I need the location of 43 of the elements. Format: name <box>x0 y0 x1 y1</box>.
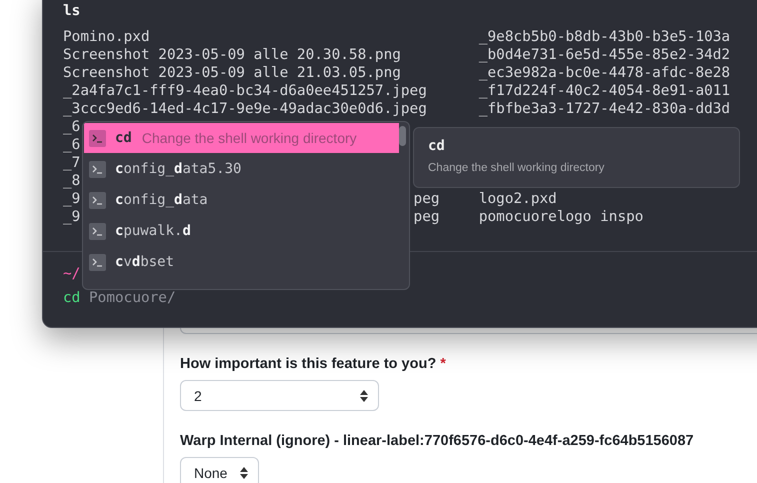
file-name: Pomino.pxd <box>63 28 150 46</box>
file-name: _7 <box>63 154 80 172</box>
select-field[interactable]: None <box>180 457 259 483</box>
file-name: peg <box>414 190 436 208</box>
prompt-path: ~/ <box>63 266 80 282</box>
file-name: _2a4fa7c1-fff9-4ea0-bc34-d6a0ee451257.jpeg <box>63 82 427 100</box>
terminal-icon <box>89 160 106 178</box>
file-name: Screenshot 2023-05-09 alle 21.03.05.png <box>63 64 401 82</box>
completion-item[interactable]: config_data <box>84 185 399 215</box>
file-name: Screenshot 2023-05-09 alle 20.30.58.png <box>63 46 401 64</box>
file-name: _b0d4e731-6e5d-455e-85e2-34d2 <box>478 46 732 64</box>
field-label: Warp Internal (ignore) - linear-label:770f6576-d6c0-4e4f-a259-fc64b5156087 <box>180 433 694 449</box>
file-name: _9 <box>63 190 80 208</box>
completion-item[interactable]: cvdbset <box>84 247 399 277</box>
terminal-icon <box>89 222 106 240</box>
file-name: _6 <box>63 136 80 154</box>
file-name: _ec3e982a-bc0e-4478-afdc-8e28 <box>478 64 732 82</box>
updown-icon <box>240 466 248 478</box>
scrollbar[interactable] <box>399 126 406 146</box>
command-text: ls <box>63 3 80 19</box>
tooltip-description: Change the shell working directory <box>428 162 606 174</box>
select-field[interactable]: 2 <box>180 380 379 411</box>
updown-icon <box>360 390 368 402</box>
file-name: peg <box>414 208 436 226</box>
terminal-icon <box>89 192 106 208</box>
completion-item[interactable]: cd Change the shell working directory <box>84 123 399 153</box>
command-input[interactable]: cd Pomocuore/ <box>63 290 176 306</box>
completion-item[interactable]: config_data5.30 <box>84 154 399 184</box>
tooltip-title: cd <box>428 138 446 154</box>
file-name: _fbfbe3a3-1727-4e42-830a-dd3d <box>478 100 732 118</box>
field-label: How important is this feature to you? <box>180 356 436 372</box>
terminal-icon <box>89 130 106 146</box>
file-name: _f17d224f-40c2-4054-8e91-a011 <box>478 82 732 100</box>
file-name: _3ccc9ed6-14ed-4c17-9e9e-49adac30e0d6.jpeg <box>63 100 427 118</box>
file-name: logo2.pxd <box>478 190 558 208</box>
completion-item[interactable]: cpuwalk.d <box>84 216 399 246</box>
file-name: _9 <box>63 208 80 226</box>
file-name: pomocuorelogo inspo <box>478 208 644 226</box>
file-name: _9e8cb5b0-b8db-43b0-b3e5-103a <box>478 28 732 46</box>
file-name: _8 <box>63 172 80 190</box>
required-mark: * <box>440 356 446 372</box>
file-name: _6 <box>63 118 80 136</box>
terminal-icon <box>89 254 106 270</box>
